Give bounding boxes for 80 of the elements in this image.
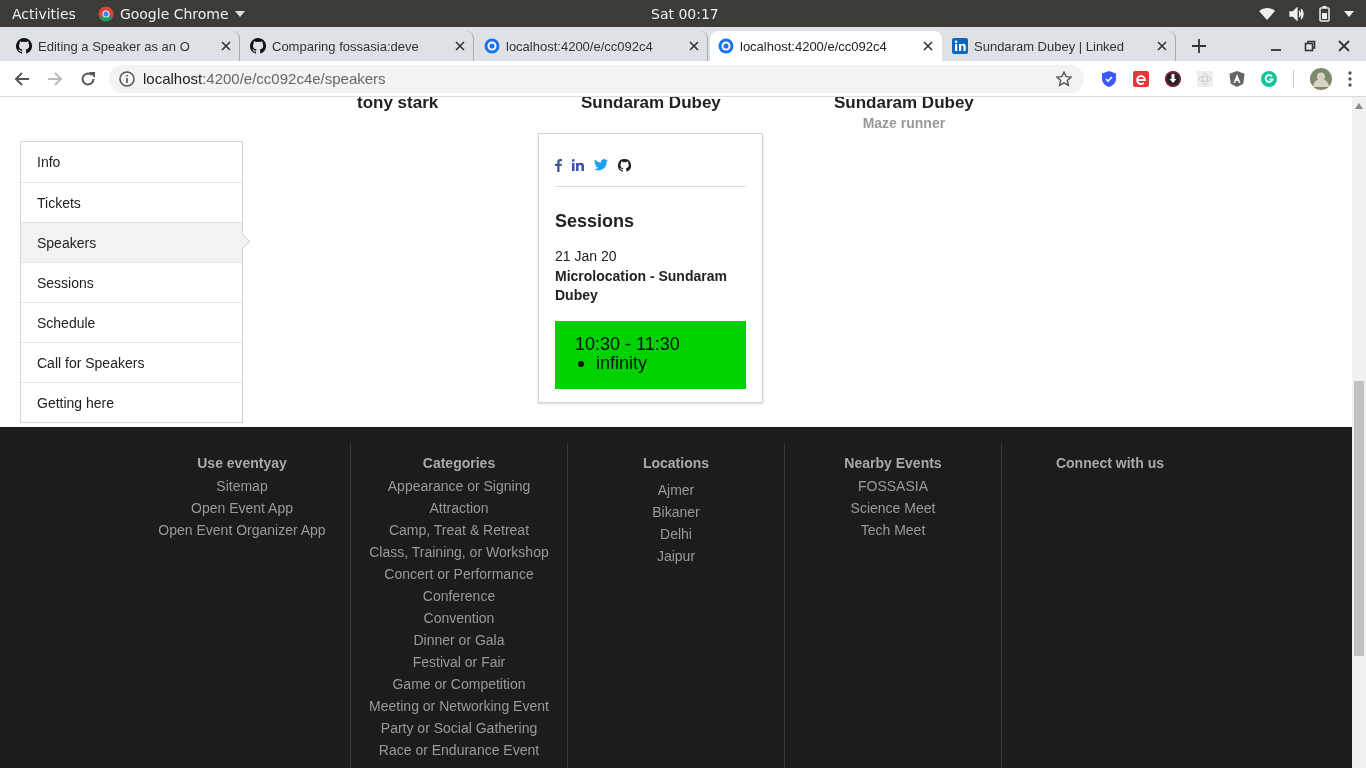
- twitter-icon[interactable]: [594, 159, 608, 171]
- reload-icon[interactable]: [79, 70, 96, 87]
- footer-link[interactable]: Convention: [423, 607, 495, 629]
- footer-link[interactable]: Party or Social Gathering: [380, 717, 538, 739]
- target-icon: [718, 38, 734, 54]
- session-track: infinity: [575, 354, 726, 373]
- caret-icon[interactable]: [1344, 10, 1354, 17]
- footer-link[interactable]: Open Event Organizer App: [158, 519, 326, 541]
- wifi-icon[interactable]: [1259, 6, 1275, 21]
- target-icon: [484, 38, 500, 54]
- footer-link[interactable]: Open Event App: [191, 497, 293, 519]
- scrollbar-thumb[interactable]: [1354, 381, 1364, 656]
- sidebar-item[interactable]: Info: [21, 142, 242, 182]
- app-menu[interactable]: Google Chrome: [97, 5, 245, 22]
- sidebar-item[interactable]: Speakers: [21, 222, 242, 262]
- sidebar-item[interactable]: Call for Speakers: [21, 342, 242, 382]
- close-icon[interactable]: [689, 41, 699, 51]
- github-icon: [16, 38, 32, 54]
- linkedin-icon[interactable]: [572, 159, 584, 171]
- close-icon[interactable]: [1338, 40, 1350, 52]
- browser-tab[interactable]: localhost:4200/e/cc092c4: [710, 31, 942, 61]
- footer-link[interactable]: Delhi: [660, 523, 692, 545]
- footer-link[interactable]: FOSSASIA: [858, 475, 928, 497]
- close-icon[interactable]: [1157, 41, 1167, 51]
- scroll-up-icon[interactable]: [1355, 103, 1363, 109]
- sidebar-item[interactable]: Schedule: [21, 302, 242, 342]
- footer-heading: Locations: [642, 455, 710, 471]
- linkedin-icon: [952, 38, 968, 54]
- footer-heading: Connect with us: [1055, 455, 1165, 471]
- chrome-icon: [97, 5, 114, 22]
- battery-icon[interactable]: [1319, 5, 1330, 22]
- session-title: Microlocation - Sundaram Dubey: [555, 267, 728, 305]
- close-icon[interactable]: [455, 41, 465, 51]
- footer-link[interactable]: Conference: [422, 585, 496, 607]
- footer-link[interactable]: Science Meet: [850, 497, 936, 519]
- github-icon: [250, 38, 266, 54]
- sessions-heading: Sessions: [555, 211, 636, 232]
- address-field[interactable]: localhost:4200/e/cc092c4e/speakers: [108, 64, 1084, 93]
- sidebar-item[interactable]: Getting here: [21, 382, 242, 422]
- download-icon[interactable]: [1165, 70, 1181, 87]
- e-extension-icon[interactable]: [1133, 70, 1149, 87]
- footer-link[interactable]: Race or Endurance Event: [378, 739, 540, 761]
- back-icon[interactable]: [14, 70, 30, 87]
- volume-icon[interactable]: [1289, 6, 1305, 21]
- footer-link[interactable]: Jaipur: [656, 545, 696, 567]
- footer-link[interactable]: Festival or Fair: [412, 651, 506, 673]
- caret-icon: [234, 10, 245, 17]
- close-icon[interactable]: [221, 41, 231, 51]
- angular-icon[interactable]: [1229, 70, 1245, 87]
- footer-link[interactable]: Bikaner: [652, 501, 700, 523]
- sidebar-item[interactable]: Sessions: [21, 262, 242, 302]
- github-icon[interactable]: [618, 158, 631, 172]
- footer-link[interactable]: Meeting or Networking Event: [369, 695, 549, 717]
- menu-icon[interactable]: [1348, 70, 1352, 87]
- speaker-subtitle: Maze runner: [862, 115, 946, 131]
- close-icon[interactable]: [923, 41, 933, 51]
- footer-link[interactable]: Class, Training, or Workshop: [369, 541, 549, 563]
- restore-icon[interactable]: [1304, 40, 1316, 52]
- footer-heading: Categories: [422, 455, 496, 471]
- footer-link[interactable]: Appearance or Signing: [387, 475, 531, 497]
- footer-link[interactable]: Sitemap: [216, 475, 268, 497]
- info-icon: [118, 70, 135, 87]
- activities-button[interactable]: Activities: [12, 5, 76, 22]
- new-tab-icon[interactable]: [1192, 39, 1206, 53]
- footer-link[interactable]: Tech Meet: [860, 519, 926, 541]
- footer-heading: Use eventyay: [197, 455, 287, 471]
- facebook-icon[interactable]: [555, 158, 562, 172]
- footer-link[interactable]: Camp, Treat & Retreat: [388, 519, 530, 541]
- footer-heading: Nearby Events: [844, 455, 942, 471]
- avatar[interactable]: [1310, 67, 1332, 90]
- footer-link[interactable]: Dinner or Gala: [413, 629, 505, 651]
- footer-link[interactable]: Ajmer: [657, 479, 695, 501]
- footer-link[interactable]: Concert or Performance: [384, 563, 534, 585]
- star-icon[interactable]: [1056, 70, 1072, 87]
- footer-link[interactable]: Attraction: [429, 497, 489, 519]
- footer-link[interactable]: Game or Competition: [392, 673, 526, 695]
- clock[interactable]: Sat 00:17: [651, 5, 719, 22]
- session-time: 10:30 - 11:30: [575, 335, 681, 354]
- session-date: 21 Jan 20: [555, 248, 618, 264]
- shield-icon[interactable]: [1101, 70, 1117, 87]
